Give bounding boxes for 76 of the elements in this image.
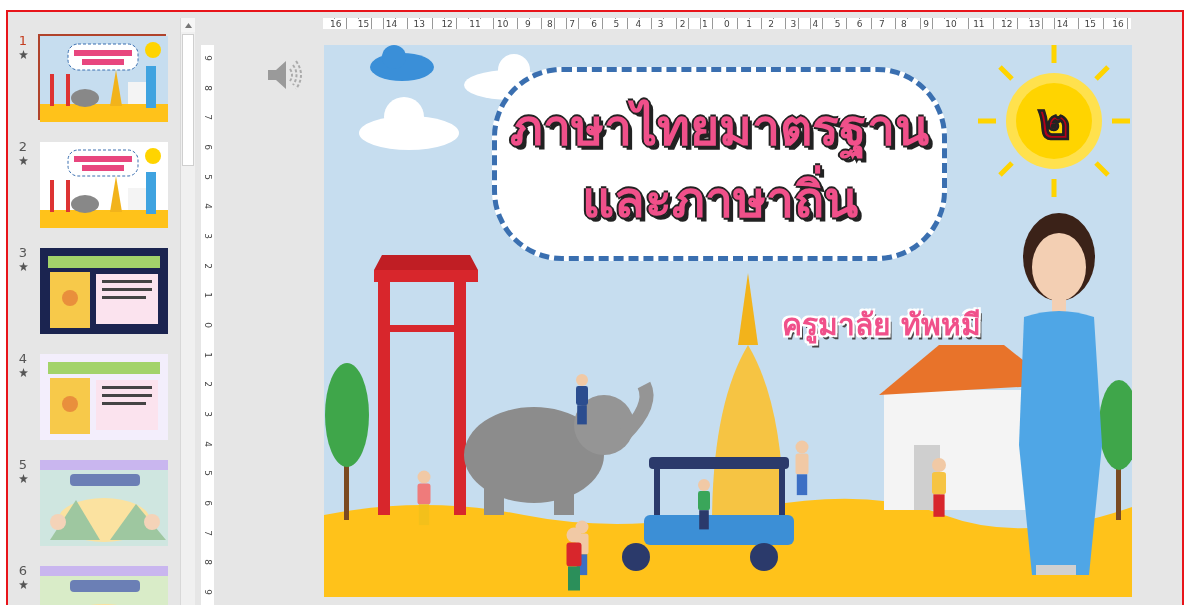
ruler-label: 4 (634, 18, 643, 29)
slide-number: 1 (18, 34, 28, 48)
ruler-label: 9 (523, 18, 532, 29)
ruler-label: 10 (944, 18, 958, 29)
ruler-label: 6 (202, 144, 213, 150)
ruler-label: 2 (202, 381, 213, 388)
ruler-label: 3 (202, 233, 213, 239)
ruler-label: 2 (678, 18, 687, 29)
ruler-label: 7 (202, 114, 213, 121)
ruler-label: 6 (590, 18, 598, 29)
author-name: ครูมาลัย ทัพหมี (782, 306, 982, 346)
slide-number: 3 (18, 246, 28, 260)
ruler-label: 13 (1027, 18, 1042, 29)
ruler-label: 15 (356, 18, 371, 29)
ruler-label: 11 (972, 18, 986, 29)
person-figure (932, 458, 946, 517)
ruler-label: 12 (440, 18, 454, 29)
ruler-label: 7 (877, 18, 886, 29)
ruler-label: 6 (855, 18, 864, 29)
ruler-label: 7 (202, 529, 213, 536)
star-icon (18, 474, 28, 483)
ruler-label: 5 (833, 18, 842, 29)
slide-number: 5 (18, 458, 28, 472)
ruler-label: 14 (1055, 18, 1070, 29)
ruler-label: 0 (202, 322, 213, 328)
ruler-label: 4 (202, 440, 213, 447)
ruler-label: 8 (202, 84, 213, 91)
scroll-up-button[interactable] (181, 18, 195, 32)
ruler-label: 10 (496, 18, 510, 29)
cloud-drawing (370, 45, 434, 81)
star-icon (18, 368, 28, 377)
ruler-label: 16 (329, 18, 343, 29)
slide-number: 2 (18, 140, 28, 154)
ruler-label: 3 (656, 18, 665, 29)
ruler-label: 12 (999, 18, 1014, 29)
slide-title: ภาษาไทยมาตรฐาน (510, 92, 929, 164)
slide-title: และภาษาถิ่น (581, 164, 858, 236)
ruler-label: 8 (546, 18, 554, 29)
slide-number: 6 (18, 564, 28, 578)
person-figure (795, 440, 809, 496)
person-figure (566, 527, 582, 591)
ruler-label: 8 (202, 559, 213, 565)
ruler-label: 11 (468, 18, 482, 29)
ruler-label: 0 (723, 18, 731, 29)
person-figure (576, 374, 588, 425)
ruler-label: 4 (811, 18, 820, 29)
ruler-label: 8 (900, 18, 908, 29)
ruler-label: 1 (700, 18, 709, 29)
ruler-label: 14 (384, 18, 399, 29)
ruler-label: 6 (202, 500, 213, 506)
ruler-label: 2 (767, 18, 775, 29)
star-icon (18, 50, 28, 59)
ruler-label: 16 (1111, 18, 1125, 29)
ruler-label: 15 (1083, 18, 1097, 29)
ruler-label: 3 (789, 18, 798, 29)
ruler-label: 9 (202, 588, 213, 595)
star-icon (18, 156, 28, 165)
ruler-label: 5 (202, 173, 213, 180)
ruler-label: 9 (202, 55, 213, 61)
ruler-label: 13 (412, 18, 426, 29)
ruler-label: 1 (202, 292, 213, 299)
ruler-label: 5 (202, 470, 213, 477)
ruler-label: 2 (202, 262, 213, 269)
scrollbar-thumb[interactable] (182, 34, 194, 166)
slide-number: 4 (18, 352, 28, 366)
star-icon (18, 580, 28, 589)
ruler-label: 7 (568, 18, 576, 29)
ruler-label: 5 (612, 18, 621, 29)
star-icon (18, 262, 28, 271)
ruler-label: 1 (745, 18, 753, 29)
ruler-label: 3 (202, 411, 213, 417)
ruler-label: 4 (202, 203, 213, 210)
ruler-label: 1 (202, 351, 213, 358)
up-arrow-icon (184, 22, 192, 28)
person-figure (698, 479, 710, 530)
ruler-label: 9 (922, 18, 930, 29)
